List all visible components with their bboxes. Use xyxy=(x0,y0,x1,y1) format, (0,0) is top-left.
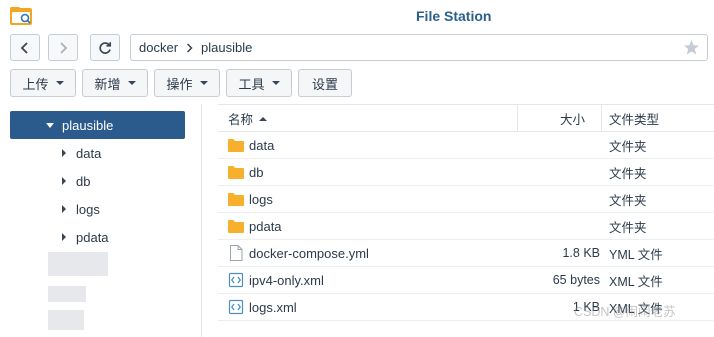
file-type: YML 文件 xyxy=(609,247,663,262)
action-label: 操作 xyxy=(166,76,193,92)
file-name: data xyxy=(249,137,275,153)
path-separator-icon xyxy=(186,42,193,53)
file-name: db xyxy=(249,164,264,180)
tree-item-label: pdata xyxy=(76,229,109,245)
tree-item-data[interactable]: data xyxy=(62,143,101,163)
sort-ascending-icon xyxy=(259,116,268,121)
watermark: CSDN @闹闹老苏 xyxy=(574,305,676,319)
path-segment-docker[interactable]: docker xyxy=(139,40,178,55)
xml-file-icon xyxy=(228,299,244,315)
tools-label: 工具 xyxy=(238,76,265,92)
folder-tree: plausible data db logs pdata xyxy=(0,104,202,337)
forward-button[interactable] xyxy=(48,34,78,61)
file-name: docker-compose.yml xyxy=(249,245,369,261)
column-header-size[interactable]: 大小 xyxy=(560,105,585,132)
chevron-left-icon xyxy=(20,41,28,54)
tree-item-label: plausible xyxy=(62,117,114,133)
path-segment-plausible[interactable]: plausible xyxy=(201,40,252,55)
table-row[interactable]: ipv4-only.xml 65 bytes XML 文件 xyxy=(218,267,714,294)
chevron-down-icon xyxy=(127,81,136,85)
action-button[interactable]: 操作 xyxy=(154,69,220,97)
path-bar[interactable]: docker plausible xyxy=(130,34,708,61)
expand-arrow-icon[interactable] xyxy=(46,122,54,128)
collapse-arrow-icon[interactable] xyxy=(62,205,66,213)
folder-icon xyxy=(228,193,244,206)
window-title: File Station xyxy=(416,8,492,24)
collapse-arrow-icon[interactable] xyxy=(62,177,66,185)
tree-item-label: data xyxy=(76,145,102,161)
back-button[interactable] xyxy=(10,34,40,61)
refresh-icon xyxy=(99,41,112,54)
settings-label: 设置 xyxy=(311,76,338,92)
column-divider[interactable] xyxy=(517,105,518,132)
column-divider[interactable] xyxy=(601,105,602,132)
file-type: 文件夹 xyxy=(609,166,647,181)
tree-item-label: db xyxy=(76,173,91,189)
tree-item-plausible[interactable]: plausible xyxy=(10,111,185,139)
folder-icon xyxy=(228,139,244,152)
tree-item-pdata[interactable]: pdata xyxy=(62,227,109,247)
tree-item-db[interactable]: db xyxy=(62,171,90,191)
file-type: 文件夹 xyxy=(609,220,647,235)
settings-button[interactable]: 设置 xyxy=(298,69,352,97)
create-button[interactable]: 新增 xyxy=(82,69,148,97)
table-row[interactable]: logs 文件夹 xyxy=(218,186,714,213)
column-name-label: 名称 xyxy=(228,113,254,127)
file-type: 文件夹 xyxy=(609,193,647,208)
chevron-down-icon xyxy=(199,81,208,85)
blurred-tree-item xyxy=(48,310,84,330)
chevron-down-icon xyxy=(55,81,64,85)
chevron-down-icon xyxy=(271,81,280,85)
file-size: 1.8 KB xyxy=(562,246,600,260)
table-row[interactable]: pdata 文件夹 xyxy=(218,213,714,240)
file-type: XML 文件 xyxy=(609,274,663,289)
column-header-type[interactable]: 文件类型 xyxy=(609,105,659,132)
file-size: 65 bytes xyxy=(552,273,600,287)
table-row[interactable]: data 文件夹 xyxy=(218,132,714,159)
file-station-folder-icon xyxy=(10,7,32,25)
tree-item-logs[interactable]: logs xyxy=(62,199,100,219)
file-name: logs.xml xyxy=(249,299,297,315)
file-list-header: 名称 大小 文件类型 xyxy=(218,104,714,132)
folder-icon xyxy=(228,220,244,233)
chevron-right-icon xyxy=(60,41,68,54)
column-type-label: 文件类型 xyxy=(609,113,660,127)
blurred-tree-item xyxy=(48,286,86,302)
refresh-button[interactable] xyxy=(90,34,120,61)
file-name: ipv4-only.xml xyxy=(249,272,324,288)
xml-file-icon xyxy=(228,272,244,288)
upload-button[interactable]: 上传 xyxy=(10,69,76,97)
upload-label: 上传 xyxy=(22,76,49,92)
tools-button[interactable]: 工具 xyxy=(226,69,292,97)
file-type: 文件夹 xyxy=(609,139,647,154)
file-name: pdata xyxy=(249,218,282,234)
file-icon xyxy=(230,245,243,261)
title-bar: File Station xyxy=(0,0,714,32)
column-size-label: 大小 xyxy=(560,113,586,127)
column-header-name[interactable]: 名称 xyxy=(228,105,268,132)
folder-icon xyxy=(228,166,244,179)
table-row[interactable]: docker-compose.yml 1.8 KB YML 文件 xyxy=(218,240,714,267)
table-row[interactable]: db 文件夹 xyxy=(218,159,714,186)
collapse-arrow-icon[interactable] xyxy=(62,149,66,157)
file-name: logs xyxy=(249,191,273,207)
collapse-arrow-icon[interactable] xyxy=(62,233,66,241)
create-label: 新增 xyxy=(94,76,121,92)
tree-item-label: logs xyxy=(76,201,100,217)
star-icon[interactable] xyxy=(683,39,700,56)
blurred-tree-item xyxy=(48,252,108,276)
